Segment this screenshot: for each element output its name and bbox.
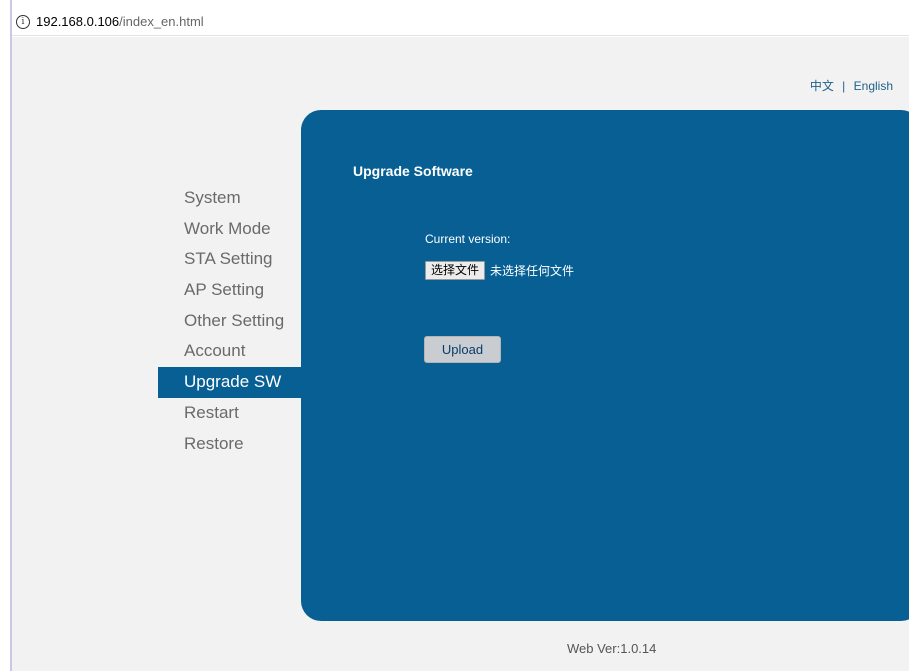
info-icon[interactable]: i xyxy=(16,14,30,29)
language-separator: | xyxy=(842,79,846,93)
menu-item-ap-setting[interactable]: AP Setting xyxy=(158,275,318,306)
menu-item-account[interactable]: Account xyxy=(158,336,318,367)
language-switch: 中文 | English xyxy=(810,77,893,94)
menu-item-restart[interactable]: Restart xyxy=(158,398,318,429)
url-host: 192.168.0.106 xyxy=(36,14,120,29)
menu-item-system[interactable]: System xyxy=(158,183,318,214)
menu-item-upgrade-sw[interactable]: Upgrade SW xyxy=(158,367,318,398)
current-version-label: Current version: xyxy=(425,232,511,246)
menu-item-other-setting[interactable]: Other Setting xyxy=(158,306,318,337)
menu-item-sta-setting[interactable]: STA Setting xyxy=(158,244,318,275)
file-picker: 选择文件 未选择任何文件 xyxy=(425,261,574,280)
choose-file-button[interactable]: 选择文件 xyxy=(425,261,486,280)
file-status-text: 未选择任何文件 xyxy=(490,264,575,278)
address-bar[interactable]: i 192.168.0.106 /index_en.html xyxy=(12,8,909,36)
side-menu: System Work Mode STA Setting AP Setting … xyxy=(158,183,318,459)
language-chinese-link[interactable]: 中文 xyxy=(810,79,834,93)
language-english-link[interactable]: English xyxy=(854,79,893,93)
url-path: /index_en.html xyxy=(119,14,204,29)
web-version: Web Ver:1.0.14 xyxy=(567,641,657,656)
upgrade-panel: Upgrade Software Current version: 选择文件 未… xyxy=(301,110,909,621)
menu-item-work-mode[interactable]: Work Mode xyxy=(158,214,318,245)
upload-button[interactable]: Upload xyxy=(424,336,501,363)
menu-item-restore[interactable]: Restore xyxy=(158,429,318,460)
panel-title: Upgrade Software xyxy=(353,163,473,179)
page-content: 中文 | English System Work Mode STA Settin… xyxy=(12,37,909,671)
